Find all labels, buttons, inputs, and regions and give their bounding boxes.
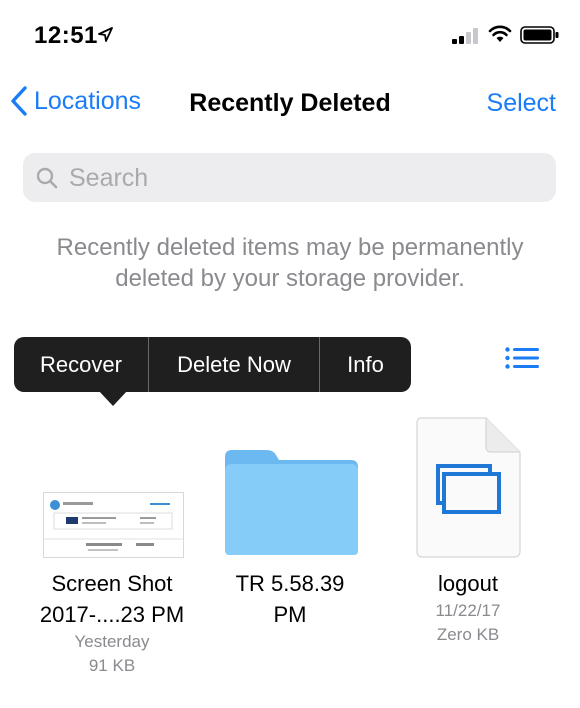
screenshot-preview-image (44, 500, 183, 551)
cellular-signal-icon (452, 28, 478, 44)
document-icon[interactable] (416, 417, 522, 559)
status-bar: 12:51 (0, 0, 580, 70)
file-item-folder[interactable]: TR 5.58.39 PM (200, 568, 380, 630)
recover-button[interactable]: Recover (14, 337, 148, 392)
list-view-icon[interactable] (505, 347, 539, 369)
deletion-notice: Recently deleted items may be permanentl… (0, 232, 580, 294)
file-item-screenshot[interactable]: Screen Shot 2017-....23 PM Yesterday 91 … (22, 568, 202, 678)
folder-icon[interactable] (221, 447, 361, 557)
file-name: logout (438, 571, 498, 596)
file-item-logout[interactable]: logout 11/22/17 Zero KB (378, 568, 558, 647)
clock-time: 12:51 (34, 22, 98, 49)
search-icon (36, 167, 58, 189)
search-bar[interactable] (23, 153, 556, 204)
screenshot-thumbnail[interactable] (43, 492, 184, 558)
context-menu: Recover Delete Now Info (14, 337, 411, 392)
file-size: 91 KB (88, 656, 136, 675)
context-menu-pointer (98, 390, 128, 406)
page-title-text: Recently Deleted (189, 89, 391, 117)
navigation-bar: Locations Recently Deleted Select (0, 80, 580, 128)
file-date: 11/22/17 (435, 601, 501, 620)
info-button[interactable]: Info (320, 337, 411, 392)
deletion-notice-line2: deleted by your storage provider. (115, 265, 465, 292)
search-input[interactable] (67, 153, 541, 204)
file-name: PM (273, 602, 307, 627)
file-name: 2017-....23 PM (39, 602, 185, 627)
file-name: TR 5.58.39 (235, 571, 345, 596)
location-arrow-icon (98, 27, 113, 42)
battery-icon (520, 26, 559, 44)
file-size: Zero KB (436, 625, 500, 644)
wifi-icon (488, 25, 512, 42)
deletion-notice-line1: Recently deleted items may be permanentl… (56, 234, 524, 261)
file-date: Yesterday (74, 632, 150, 651)
file-name: Screen Shot (51, 571, 173, 596)
select-button[interactable]: Select (487, 89, 556, 118)
delete-now-button[interactable]: Delete Now (149, 337, 319, 392)
